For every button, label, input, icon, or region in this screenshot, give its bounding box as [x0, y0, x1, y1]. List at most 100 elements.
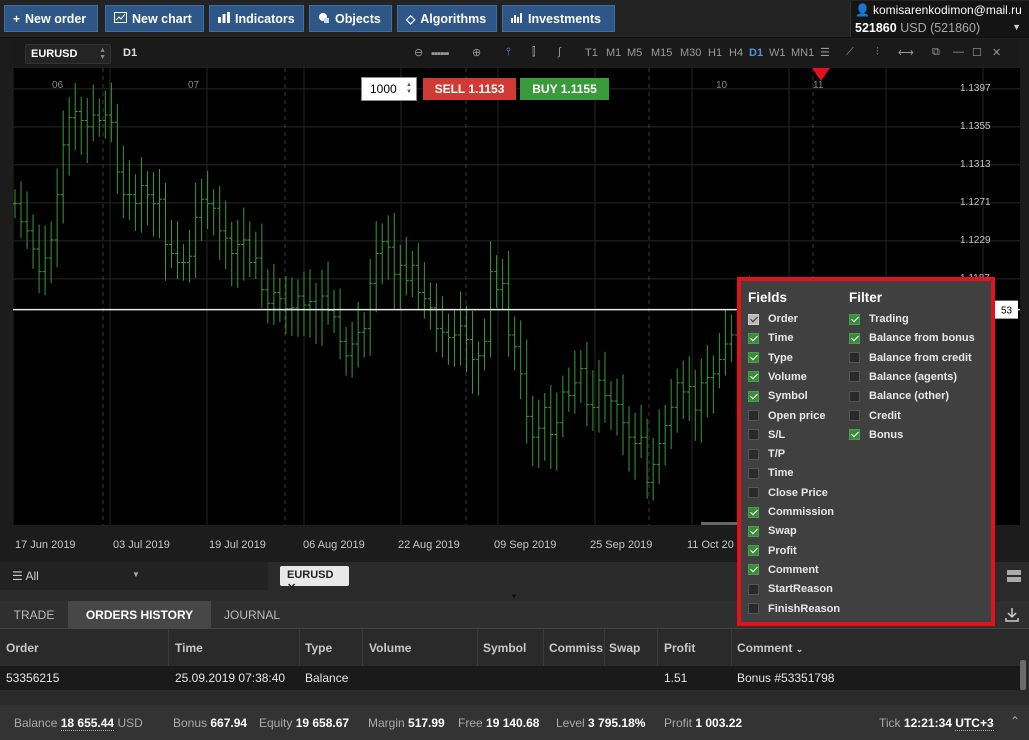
timeframe-w1[interactable]: W1	[769, 47, 786, 59]
symbol-selector[interactable]: EURUSD ▲ ▼	[25, 44, 111, 64]
fields-option-startreason[interactable]: StartReason	[748, 583, 833, 595]
filters-option-balance-from-credit[interactable]: Balance from credit	[849, 352, 972, 364]
checkbox[interactable]	[748, 313, 759, 325]
timeframe-label[interactable]: D1	[123, 47, 137, 59]
timeframe-d1[interactable]: D1	[749, 47, 763, 59]
fields-option-comment[interactable]: Comment	[748, 564, 819, 576]
export-icon[interactable]	[1003, 606, 1021, 624]
column-divider[interactable]	[731, 629, 732, 666]
fields-option-s-l[interactable]: S/L	[748, 429, 785, 441]
minimize-icon[interactable]: —	[953, 46, 964, 58]
chevron-up-icon[interactable]: ⌃	[1010, 714, 1020, 728]
fields-option-symbol[interactable]: Symbol	[748, 390, 808, 402]
checkbox[interactable]	[849, 429, 860, 441]
col-commission[interactable]: Commiss	[549, 641, 603, 655]
line-chart-icon[interactable]: ∫	[558, 46, 561, 58]
checkbox[interactable]	[748, 332, 759, 344]
crosshair-icon[interactable]: ⫯	[506, 46, 511, 59]
col-swap[interactable]: Swap	[609, 641, 640, 655]
timeframe-m5[interactable]: M5	[627, 47, 642, 59]
vertical-line-icon[interactable]: ⫶	[876, 46, 879, 59]
checkbox[interactable]	[849, 352, 860, 364]
timeframe-h4[interactable]: H4	[729, 47, 743, 59]
investments-button[interactable]: Investments	[502, 5, 615, 32]
col-profit[interactable]: Profit	[664, 641, 695, 655]
timeframe-mn1[interactable]: MN1	[791, 47, 814, 59]
maximize-icon[interactable]: ☐	[972, 46, 982, 59]
checkbox[interactable]	[849, 410, 860, 421]
new-order-button[interactable]: + New order	[4, 5, 98, 32]
objects-button[interactable]: Objects	[309, 5, 392, 32]
checkbox[interactable]	[748, 583, 759, 595]
fields-option-close-price[interactable]: Close Price	[748, 487, 828, 499]
candles-icon[interactable]: ⫿	[532, 46, 536, 59]
col-volume[interactable]: Volume	[369, 641, 411, 655]
checkbox[interactable]	[748, 603, 759, 614]
layout-icon[interactable]	[1004, 565, 1024, 587]
col-comment[interactable]: Comment ⌄	[737, 641, 803, 655]
checkbox[interactable]	[748, 371, 759, 383]
checkbox[interactable]	[748, 467, 759, 479]
column-divider[interactable]	[362, 629, 363, 666]
fields-option-order[interactable]: Order	[748, 313, 798, 325]
chevron-down-icon[interactable]: ▼	[1012, 22, 1021, 32]
column-divider[interactable]	[477, 629, 478, 666]
drawing-menu-icon[interactable]: ☰	[820, 46, 830, 59]
checkbox[interactable]	[748, 390, 759, 402]
checkbox[interactable]	[748, 545, 759, 557]
fields-option-finishreason[interactable]: FinishReason	[748, 603, 840, 615]
checkbox[interactable]	[748, 564, 759, 576]
trend-line-icon[interactable]: ⟋	[846, 46, 854, 59]
checkbox[interactable]	[748, 352, 759, 364]
new-chart-button[interactable]: New chart	[105, 5, 204, 32]
fields-option-open-price[interactable]: Open price	[748, 410, 825, 422]
account-panel[interactable]: 👤 komisarenkodimon@mail.ru 521860 USD (52…	[850, 1, 1029, 37]
table-row[interactable]: 53356215 25.09.2019 07:38:40 Balance 1.5…	[0, 666, 1020, 690]
close-icon[interactable]: ✕	[992, 46, 1001, 59]
zoom-in-icon[interactable]: ⊕	[472, 46, 481, 59]
indicators-button[interactable]: Indicators	[209, 5, 304, 32]
checkbox[interactable]	[748, 448, 759, 460]
fields-option-swap[interactable]: Swap	[748, 525, 797, 537]
timeframe-m1[interactable]: M1	[606, 47, 621, 59]
checkbox[interactable]	[849, 313, 860, 325]
timezone-selector[interactable]: UTC+3	[955, 716, 994, 731]
zoom-out-icon[interactable]: ⊖	[414, 46, 423, 59]
tab-journal[interactable]: JOURNAL	[211, 601, 293, 629]
fields-option-volume[interactable]: Volume	[748, 371, 807, 383]
close-icon[interactable]: ✕	[287, 582, 296, 594]
timeframe-h1[interactable]: H1	[708, 47, 722, 59]
checkbox[interactable]	[748, 487, 759, 499]
filters-option-trading[interactable]: Trading	[849, 313, 909, 325]
filters-option-credit[interactable]: Credit	[849, 410, 901, 422]
col-type[interactable]: Type	[305, 641, 332, 655]
filters-option-balance-agents-[interactable]: Balance (agents)	[849, 371, 957, 383]
filters-option-balance-from-bonus[interactable]: Balance from bonus	[849, 332, 975, 344]
checkbox[interactable]	[748, 506, 759, 518]
quantity-input[interactable]: 1000 ▲ ▼	[361, 77, 417, 101]
fields-option-time[interactable]: Time	[748, 332, 793, 344]
detach-icon[interactable]: ⧉	[932, 46, 940, 59]
column-divider[interactable]	[657, 629, 658, 666]
symbol-chip[interactable]: EURUSD ✕	[280, 566, 349, 594]
col-order[interactable]: Order	[6, 641, 39, 655]
column-divider[interactable]	[604, 629, 605, 666]
horizontal-line-icon[interactable]: ⟷	[898, 46, 914, 59]
checkbox[interactable]	[849, 390, 860, 402]
sell-button[interactable]: SELL 1.1153	[423, 78, 516, 100]
zoom-slider[interactable]: ▪▪▪▪▪▪	[431, 48, 449, 60]
col-symbol[interactable]: Symbol	[483, 641, 526, 655]
checkbox[interactable]	[748, 410, 759, 421]
collapse-arrow-icon[interactable]: ▼	[510, 592, 518, 601]
checkbox[interactable]	[748, 429, 759, 441]
tab-trade[interactable]: TRADE	[0, 601, 68, 629]
algorithms-button[interactable]: ◇ Algorithms	[397, 5, 497, 32]
fields-option-commission[interactable]: Commission	[748, 506, 834, 518]
table-scrollbar[interactable]	[1020, 660, 1026, 690]
checkbox[interactable]	[849, 332, 860, 344]
col-time[interactable]: Time	[175, 641, 203, 655]
checkbox[interactable]	[748, 525, 759, 537]
buy-button[interactable]: BUY 1.1155	[520, 78, 609, 100]
filters-option-balance-other-[interactable]: Balance (other)	[849, 390, 949, 402]
timeframe-m15[interactable]: M15	[651, 47, 672, 59]
